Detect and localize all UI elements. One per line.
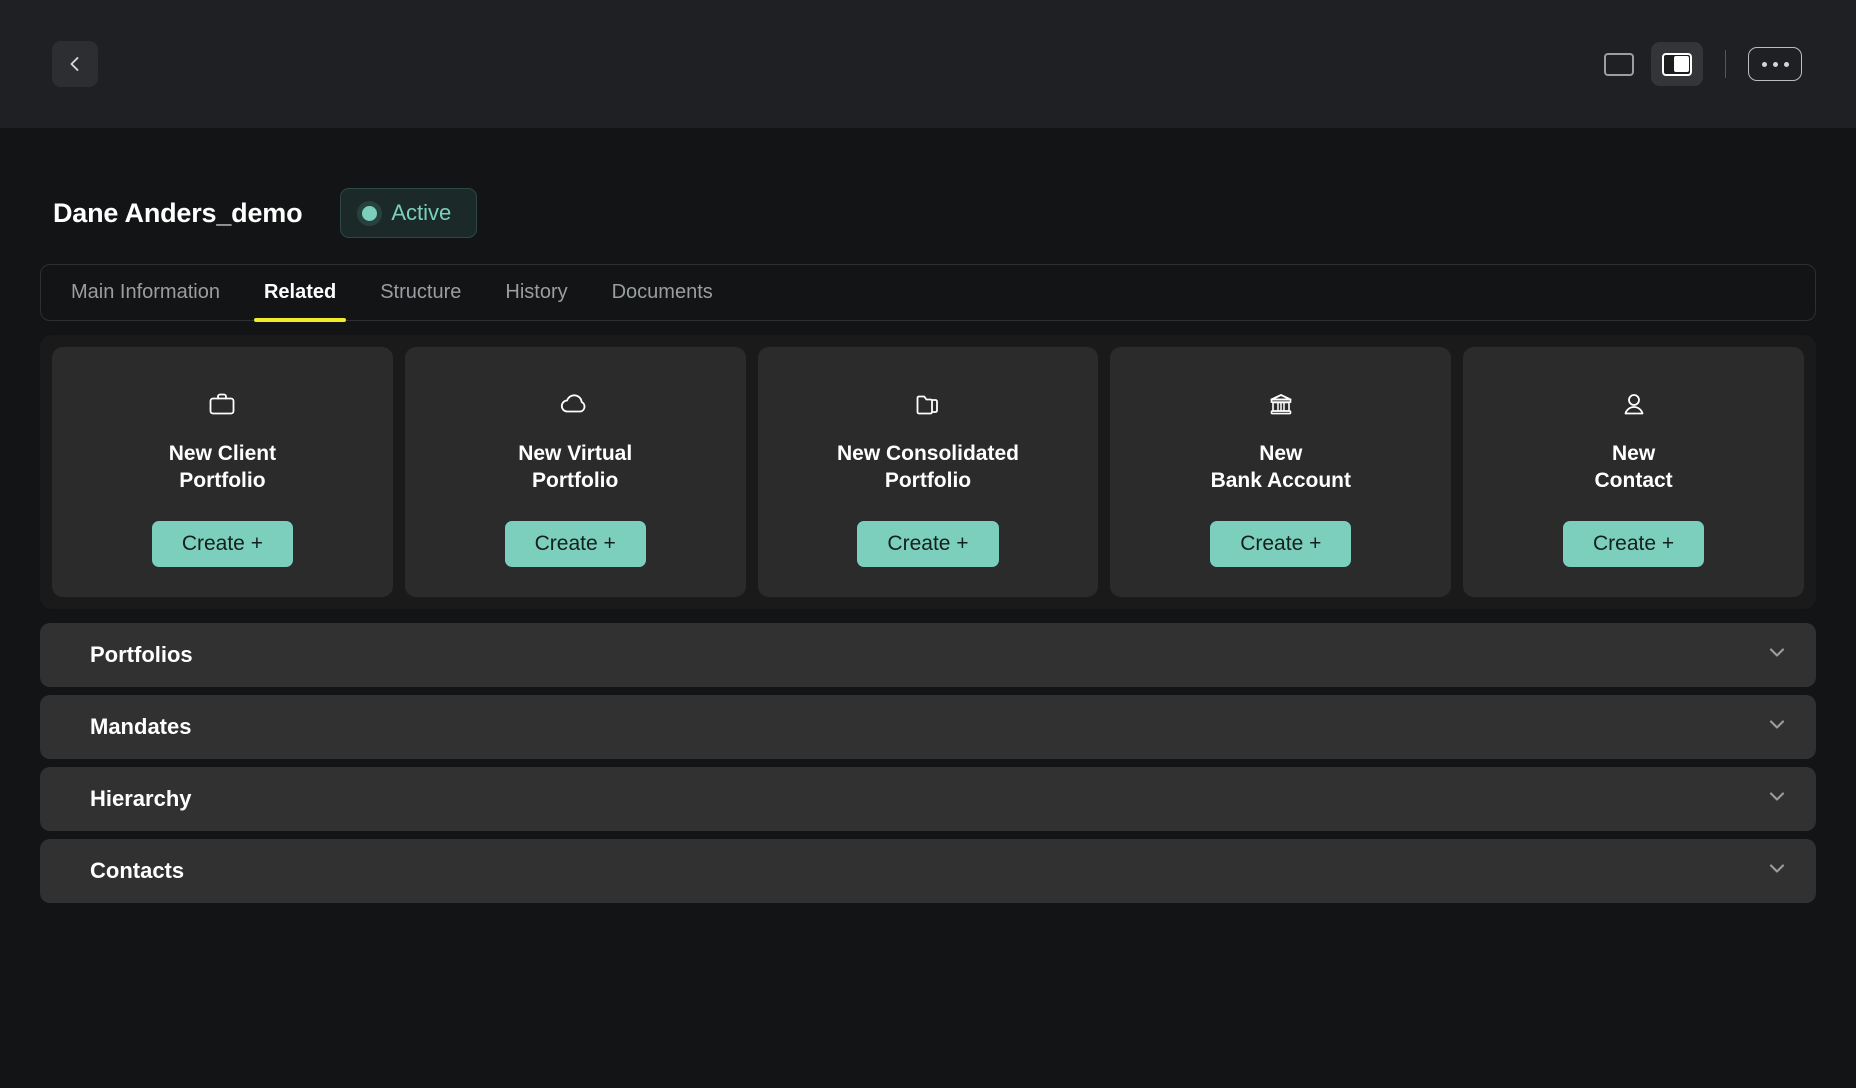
toolbar-divider	[1725, 50, 1726, 78]
create-button[interactable]: Create +	[857, 521, 998, 567]
tab-documents[interactable]: Documents	[590, 264, 735, 321]
create-card-consolidated-portfolio[interactable]: New Consolidated Portfolio Create +	[758, 347, 1099, 597]
tab-related[interactable]: Related	[242, 264, 358, 321]
chevron-down-icon[interactable]	[1766, 785, 1788, 812]
more-horizontal-icon	[1762, 62, 1789, 67]
create-card-title: New Client Portfolio	[169, 441, 276, 495]
view-split-pane-button[interactable]	[1651, 42, 1703, 86]
accordion-contacts[interactable]: Contacts	[40, 839, 1816, 903]
layout-single-pane-icon	[1604, 53, 1634, 76]
create-card-title: New Bank Account	[1211, 441, 1351, 495]
record-header: Dane Anders_demo Active	[40, 128, 1816, 250]
cloud-icon	[556, 381, 594, 427]
accordion-label: Hierarchy	[90, 786, 192, 812]
accordion-mandates[interactable]: Mandates	[40, 695, 1816, 759]
create-card-title: New Virtual Portfolio	[518, 441, 632, 495]
status-dot-icon	[362, 206, 377, 221]
status-badge[interactable]: Active	[340, 188, 477, 238]
create-card-title: New Consolidated Portfolio	[837, 441, 1019, 495]
page-body: Dane Anders_demo Active Main Information…	[0, 128, 1856, 903]
more-options-button[interactable]	[1748, 47, 1802, 81]
accordion-portfolios[interactable]: Portfolios	[40, 623, 1816, 687]
chevron-down-icon[interactable]	[1766, 641, 1788, 668]
page-title: Dane Anders_demo	[53, 198, 302, 229]
create-button[interactable]: Create +	[505, 521, 646, 567]
create-card-title: New Contact	[1595, 441, 1673, 495]
app-bar	[0, 0, 1856, 128]
tab-main-information[interactable]: Main Information	[49, 264, 242, 321]
back-button[interactable]	[52, 41, 98, 87]
accordion-label: Mandates	[90, 714, 191, 740]
tab-history[interactable]: History	[483, 264, 589, 321]
app-bar-actions	[1593, 42, 1802, 86]
chevron-left-icon	[65, 54, 85, 74]
status-badge-label: Active	[391, 200, 451, 226]
create-card-bank-account[interactable]: New Bank Account Create +	[1110, 347, 1451, 597]
view-single-pane-button[interactable]	[1593, 42, 1645, 86]
create-button[interactable]: Create +	[1563, 521, 1704, 567]
accordion-label: Contacts	[90, 858, 184, 884]
create-button[interactable]: Create +	[152, 521, 293, 567]
create-cards-container: New Client Portfolio Create + New Virtua…	[40, 335, 1816, 609]
layout-split-pane-icon	[1662, 53, 1692, 76]
create-button[interactable]: Create +	[1210, 521, 1351, 567]
user-icon	[1616, 381, 1652, 427]
accordion-list: Portfolios Mandates Hierarchy	[40, 623, 1816, 903]
tab-structure[interactable]: Structure	[358, 264, 483, 321]
create-card-contact[interactable]: New Contact Create +	[1463, 347, 1804, 597]
create-card-client-portfolio[interactable]: New Client Portfolio Create +	[52, 347, 393, 597]
briefcase-icon	[204, 381, 240, 427]
tab-bar: Main Information Related Structure Histo…	[40, 264, 1816, 321]
chevron-down-icon[interactable]	[1766, 713, 1788, 740]
create-card-virtual-portfolio[interactable]: New Virtual Portfolio Create +	[405, 347, 746, 597]
accordion-hierarchy[interactable]: Hierarchy	[40, 767, 1816, 831]
chevron-down-icon[interactable]	[1766, 857, 1788, 884]
folders-icon	[909, 381, 947, 427]
accordion-label: Portfolios	[90, 642, 193, 668]
bank-icon	[1263, 381, 1299, 427]
